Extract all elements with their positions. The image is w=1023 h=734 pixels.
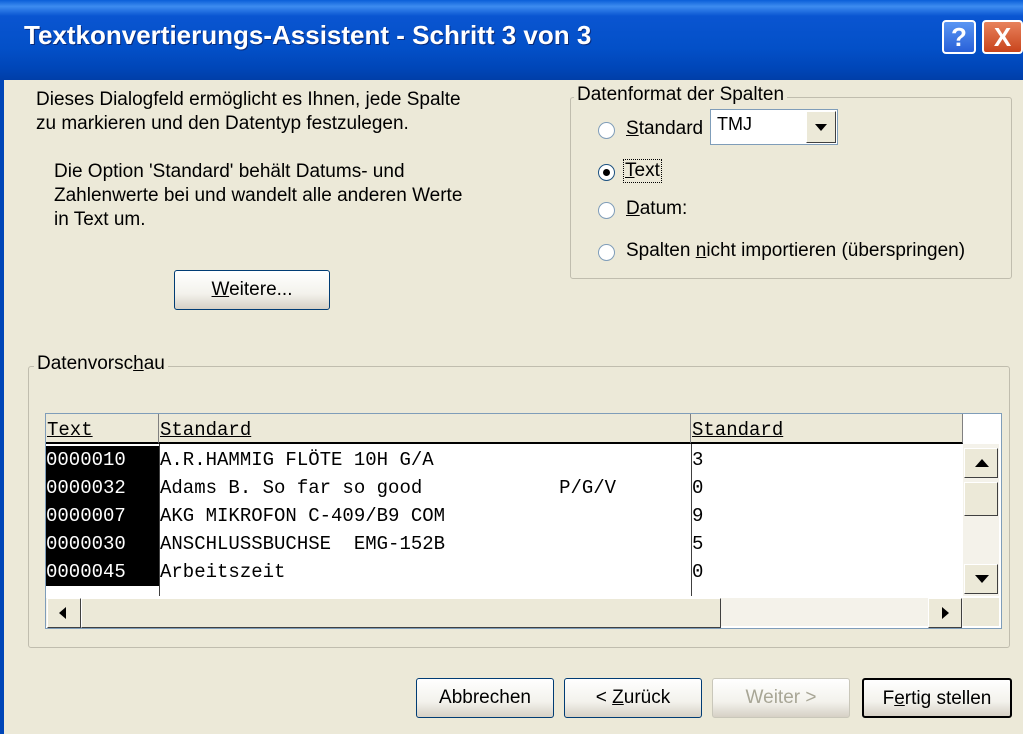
radio-skip-column-label[interactable]: Spalten nicht importieren (überspringen) xyxy=(626,240,965,262)
cell-r2-c2[interactable]: Adams B. So far so good P/G/V xyxy=(160,474,616,502)
cell-r3-c3[interactable]: 9 xyxy=(692,502,703,530)
preview-title-pre: Datenvorsc xyxy=(37,353,134,374)
cell-r5-c2[interactable]: Arbeitszeit xyxy=(160,558,285,586)
radio-text[interactable] xyxy=(598,164,615,181)
radio-standard[interactable] xyxy=(598,122,615,139)
chevron-down-icon xyxy=(815,124,827,131)
back-button-label-pre: < xyxy=(595,687,613,708)
format-group-title: Datenformat der Spalten xyxy=(574,84,788,106)
back-button-accesskey: Z xyxy=(612,687,624,708)
finish-button-accesskey: e xyxy=(894,688,905,709)
scroll-up-button[interactable] xyxy=(964,448,998,478)
arrow-right-icon xyxy=(942,607,949,619)
description-line-5: in Text um. xyxy=(54,209,146,230)
scroll-left-button[interactable] xyxy=(47,598,81,628)
radio-standard-label[interactable]: Standard xyxy=(626,118,703,140)
column-header-3[interactable]: Standard xyxy=(691,414,963,444)
radio-text-label-text: ext xyxy=(634,160,660,181)
cell-r5-c1[interactable]: 0000045 xyxy=(46,558,159,586)
cell-r1-c3[interactable]: 3 xyxy=(692,446,703,474)
description-line-2: zu markieren und den Datentyp festzulege… xyxy=(36,113,409,134)
radio-text-label[interactable]: Text xyxy=(623,159,662,183)
cell-r3-c1[interactable]: 0000007 xyxy=(46,502,159,530)
cell-r4-c3[interactable]: 5 xyxy=(692,530,703,558)
cell-r2-c1[interactable]: 0000032 xyxy=(46,474,159,502)
cell-r3-c2[interactable]: AKG MIKROFON C-409/B9 COM xyxy=(160,502,445,530)
date-format-dropdown-button[interactable] xyxy=(806,111,836,143)
scroll-right-button[interactable] xyxy=(928,598,962,628)
cell-r4-c1[interactable]: 0000030 xyxy=(46,530,159,558)
data-preview-grid[interactable]: Text Standard Standard 0000010 A.R.HAMMI… xyxy=(45,413,1002,629)
cell-r1-c1[interactable]: 0000010 xyxy=(46,446,159,474)
column-header-2-label: Standard xyxy=(160,419,252,441)
preview-title-accesskey: h xyxy=(133,353,144,374)
help-button[interactable]: ? xyxy=(942,20,976,54)
column-header-1[interactable]: Text xyxy=(46,414,159,444)
finish-button[interactable]: Fertig stellen xyxy=(862,678,1012,718)
title-bar[interactable]: Textkonvertierungs-Assistent - Schritt 3… xyxy=(0,0,1023,80)
more-button-label-post: eitere... xyxy=(229,279,293,300)
arrow-up-icon xyxy=(975,459,989,467)
back-button-label-post: urück xyxy=(623,687,671,708)
horizontal-scrollbar[interactable] xyxy=(46,598,963,628)
horizontal-scroll-thumb[interactable] xyxy=(81,598,721,628)
column-header-3-label: Standard xyxy=(692,419,784,441)
description-line-3: Die Option 'Standard' behält Datums- und xyxy=(54,161,405,182)
preview-group-title: Datenvorschau xyxy=(34,353,168,375)
radio-standard-label-text: tandard xyxy=(638,118,704,139)
preview-title-post: au xyxy=(143,353,165,374)
cell-r1-c2[interactable]: A.R.HAMMIG FLÖTE 10H G/A xyxy=(160,446,434,474)
column-header-1-label: Text xyxy=(47,419,93,441)
column-header-2[interactable]: Standard xyxy=(159,414,691,444)
radio-datum[interactable] xyxy=(598,202,615,219)
date-format-select[interactable]: TMJ xyxy=(710,109,838,145)
next-button[interactable]: Weiter > xyxy=(712,678,850,718)
arrow-down-icon xyxy=(975,575,989,583)
close-button[interactable]: X xyxy=(982,20,1023,54)
radio-skip-column[interactable] xyxy=(598,244,615,261)
radio-skip-column-label-post: icht importieren (überspringen) xyxy=(706,240,966,261)
radio-datum-label[interactable]: Datum: xyxy=(626,198,687,220)
scroll-down-button[interactable] xyxy=(964,564,998,594)
description-line-1: Dieses Dialogfeld ermöglicht es Ihnen, j… xyxy=(36,89,461,110)
radio-skip-column-label-pre: Spalten xyxy=(626,240,696,261)
back-button[interactable]: < Zurück xyxy=(564,678,702,718)
vertical-scroll-thumb[interactable] xyxy=(964,482,998,516)
vertical-scrollbar[interactable] xyxy=(963,444,999,596)
description-line-4: Zahlenwerte bei und wandelt alle anderen… xyxy=(54,185,463,206)
scrollbar-corner xyxy=(963,598,999,626)
arrow-left-icon xyxy=(59,607,66,619)
cell-r4-c2[interactable]: ANSCHLUSSBUCHSE EMG-152B xyxy=(160,530,445,558)
radio-datum-accesskey: D xyxy=(626,198,640,219)
help-icon: ? xyxy=(951,22,967,52)
date-format-value: TMJ xyxy=(717,114,752,134)
cell-r5-c3[interactable]: 0 xyxy=(692,558,703,586)
radio-datum-label-text: atum: xyxy=(639,198,688,219)
window-title: Textkonvertierungs-Assistent - Schritt 3… xyxy=(24,20,592,50)
finish-button-label-post: rtig stellen xyxy=(904,688,992,709)
cell-r2-c3[interactable]: 0 xyxy=(692,474,703,502)
radio-skip-column-accesskey: n xyxy=(695,240,707,261)
dialog-body: Dieses Dialogfeld ermöglicht es Ihnen, j… xyxy=(0,80,1023,734)
cancel-button[interactable]: Abbrechen xyxy=(416,678,554,718)
radio-standard-accesskey: S xyxy=(626,118,639,139)
radio-text-accesskey: T xyxy=(625,160,635,181)
close-icon: X xyxy=(993,22,1012,52)
finish-button-label-pre: F xyxy=(882,688,895,709)
more-button-accesskey: W xyxy=(211,279,230,300)
more-button[interactable]: Weitere... xyxy=(174,270,330,310)
